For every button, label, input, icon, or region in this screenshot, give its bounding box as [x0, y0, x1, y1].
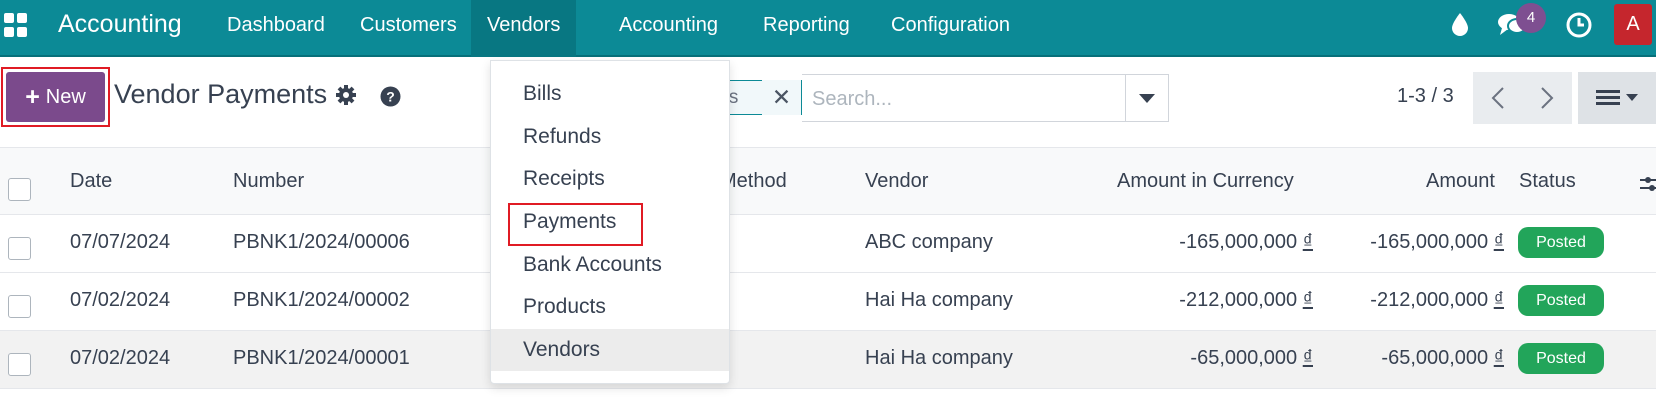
- column-vendor[interactable]: Vendor: [865, 170, 928, 193]
- table-row[interactable]: 07/02/2024 PBNK1/2024/00002 Hai Ha compa…: [0, 273, 1656, 331]
- column-number[interactable]: Number: [233, 170, 304, 193]
- row-currency-symbol: ₫: [1493, 231, 1504, 253]
- column-amount[interactable]: Amount: [1426, 170, 1495, 193]
- row-currency-symbol: ₫: [1302, 231, 1313, 253]
- table-row[interactable]: 07/07/2024 PBNK1/2024/00006 ABC company …: [0, 215, 1656, 273]
- menu-customers[interactable]: Customers: [344, 0, 473, 57]
- menu-reporting[interactable]: Reporting: [747, 0, 866, 57]
- row-amount-value: -65,000,000: [1381, 347, 1489, 369]
- row-number: PBNK1/2024/00006: [233, 231, 410, 253]
- payments-highlight-box: [508, 203, 643, 246]
- optional-columns-icon[interactable]: [1640, 172, 1656, 201]
- row-number: PBNK1/2024/00002: [233, 289, 410, 311]
- row-checkbox[interactable]: [8, 237, 31, 260]
- user-avatar[interactable]: A: [1614, 4, 1652, 45]
- page-title: Vendor Payments: [114, 79, 328, 109]
- row-amount: -165,000,000 ₫: [1370, 231, 1504, 254]
- menu-item-receipts[interactable]: Receipts: [491, 158, 729, 200]
- row-checkbox[interactable]: [8, 295, 31, 318]
- menu-vendors[interactable]: Vendors: [471, 0, 577, 57]
- status-badge: Posted: [1518, 343, 1604, 374]
- column-date[interactable]: Date: [70, 170, 112, 193]
- row-number: PBNK1/2024/00001: [233, 347, 410, 369]
- menu-item-vendors[interactable]: Vendors: [491, 329, 729, 371]
- menu-item-products[interactable]: Products: [491, 286, 729, 328]
- row-currency-symbol: ₫: [1302, 289, 1313, 311]
- app-name[interactable]: Accounting: [58, 10, 182, 39]
- list-view-icon: [1596, 90, 1620, 105]
- row-amount-in-currency: -212,000,000 ₫: [1179, 289, 1313, 312]
- menu-configuration[interactable]: Configuration: [875, 0, 1026, 57]
- list-view-switcher[interactable]: [1578, 72, 1656, 124]
- menu-item-bills[interactable]: Bills: [491, 73, 729, 115]
- row-amount: -212,000,000 ₫: [1370, 289, 1504, 312]
- row-amount-in-currency: -65,000,000 ₫: [1190, 347, 1313, 370]
- row-vendor: ABC company: [865, 231, 993, 253]
- column-amount-in-currency[interactable]: Amount in Currency: [1117, 170, 1294, 193]
- row-amount-in-currency-value: -65,000,000: [1190, 347, 1298, 369]
- table-header: Date Number Method Vendor Amount in Curr…: [0, 147, 1656, 215]
- chevron-left-icon: [1491, 87, 1504, 109]
- row-vendor: Hai Ha company: [865, 289, 1013, 311]
- help-icon[interactable]: ?: [380, 86, 401, 112]
- menu-dashboard[interactable]: Dashboard: [211, 0, 341, 57]
- menu-accounting[interactable]: Accounting: [603, 0, 734, 57]
- svg-text:?: ?: [386, 89, 395, 105]
- row-date: 07/02/2024: [70, 347, 171, 369]
- row-currency-symbol: ₫: [1493, 289, 1504, 311]
- new-button[interactable]: + New: [6, 72, 105, 122]
- remove-facet-icon[interactable]: ✕: [762, 80, 802, 115]
- row-currency-symbol: ₫: [1302, 347, 1313, 369]
- row-date: 07/07/2024: [70, 231, 171, 253]
- search-input[interactable]: [812, 84, 1112, 114]
- chevron-right-icon: [1541, 87, 1554, 109]
- row-date: 07/02/2024: [70, 289, 171, 311]
- pager-value[interactable]: 1-3 / 3: [1397, 85, 1454, 108]
- gear-icon[interactable]: [335, 84, 357, 111]
- row-amount-value: -212,000,000: [1370, 289, 1489, 311]
- row-amount-in-currency-value: -165,000,000: [1179, 231, 1298, 253]
- row-amount-value: -165,000,000: [1370, 231, 1489, 253]
- column-method[interactable]: Method: [720, 170, 787, 193]
- menu-item-bank-accounts[interactable]: Bank Accounts: [491, 244, 729, 286]
- new-button-label: New: [45, 85, 86, 108]
- new-button-highlight: + New: [1, 67, 110, 127]
- caret-down-icon: [1626, 94, 1638, 101]
- search-options-toggle[interactable]: [1125, 74, 1169, 122]
- droplet-icon[interactable]: [1451, 12, 1469, 41]
- row-vendor: Hai Ha company: [865, 347, 1013, 369]
- status-badge: Posted: [1518, 285, 1604, 316]
- status-badge: Posted: [1518, 227, 1604, 258]
- top-navbar: Accounting Dashboard Customers Vendors A…: [0, 0, 1656, 57]
- caret-down-icon: [1139, 93, 1155, 103]
- row-amount-in-currency: -165,000,000 ₫: [1179, 231, 1313, 254]
- row-currency-symbol: ₫: [1493, 347, 1504, 369]
- clock-icon[interactable]: [1566, 12, 1592, 43]
- table-row[interactable]: 07/02/2024 PBNK1/2024/00001 Hai Ha compa…: [0, 331, 1656, 389]
- pager-previous-button[interactable]: [1473, 72, 1523, 124]
- apps-grid-icon[interactable]: [4, 13, 28, 37]
- pager-next-button[interactable]: [1522, 72, 1572, 124]
- row-amount: -65,000,000 ₫: [1381, 347, 1504, 370]
- column-status[interactable]: Status: [1519, 170, 1576, 193]
- row-checkbox[interactable]: [8, 353, 31, 376]
- menu-item-refunds[interactable]: Refunds: [491, 116, 729, 158]
- row-amount-in-currency-value: -212,000,000: [1179, 289, 1298, 311]
- plus-icon: +: [25, 82, 40, 111]
- select-all-checkbox[interactable]: [8, 178, 31, 201]
- messages-count-badge: 4: [1516, 3, 1546, 33]
